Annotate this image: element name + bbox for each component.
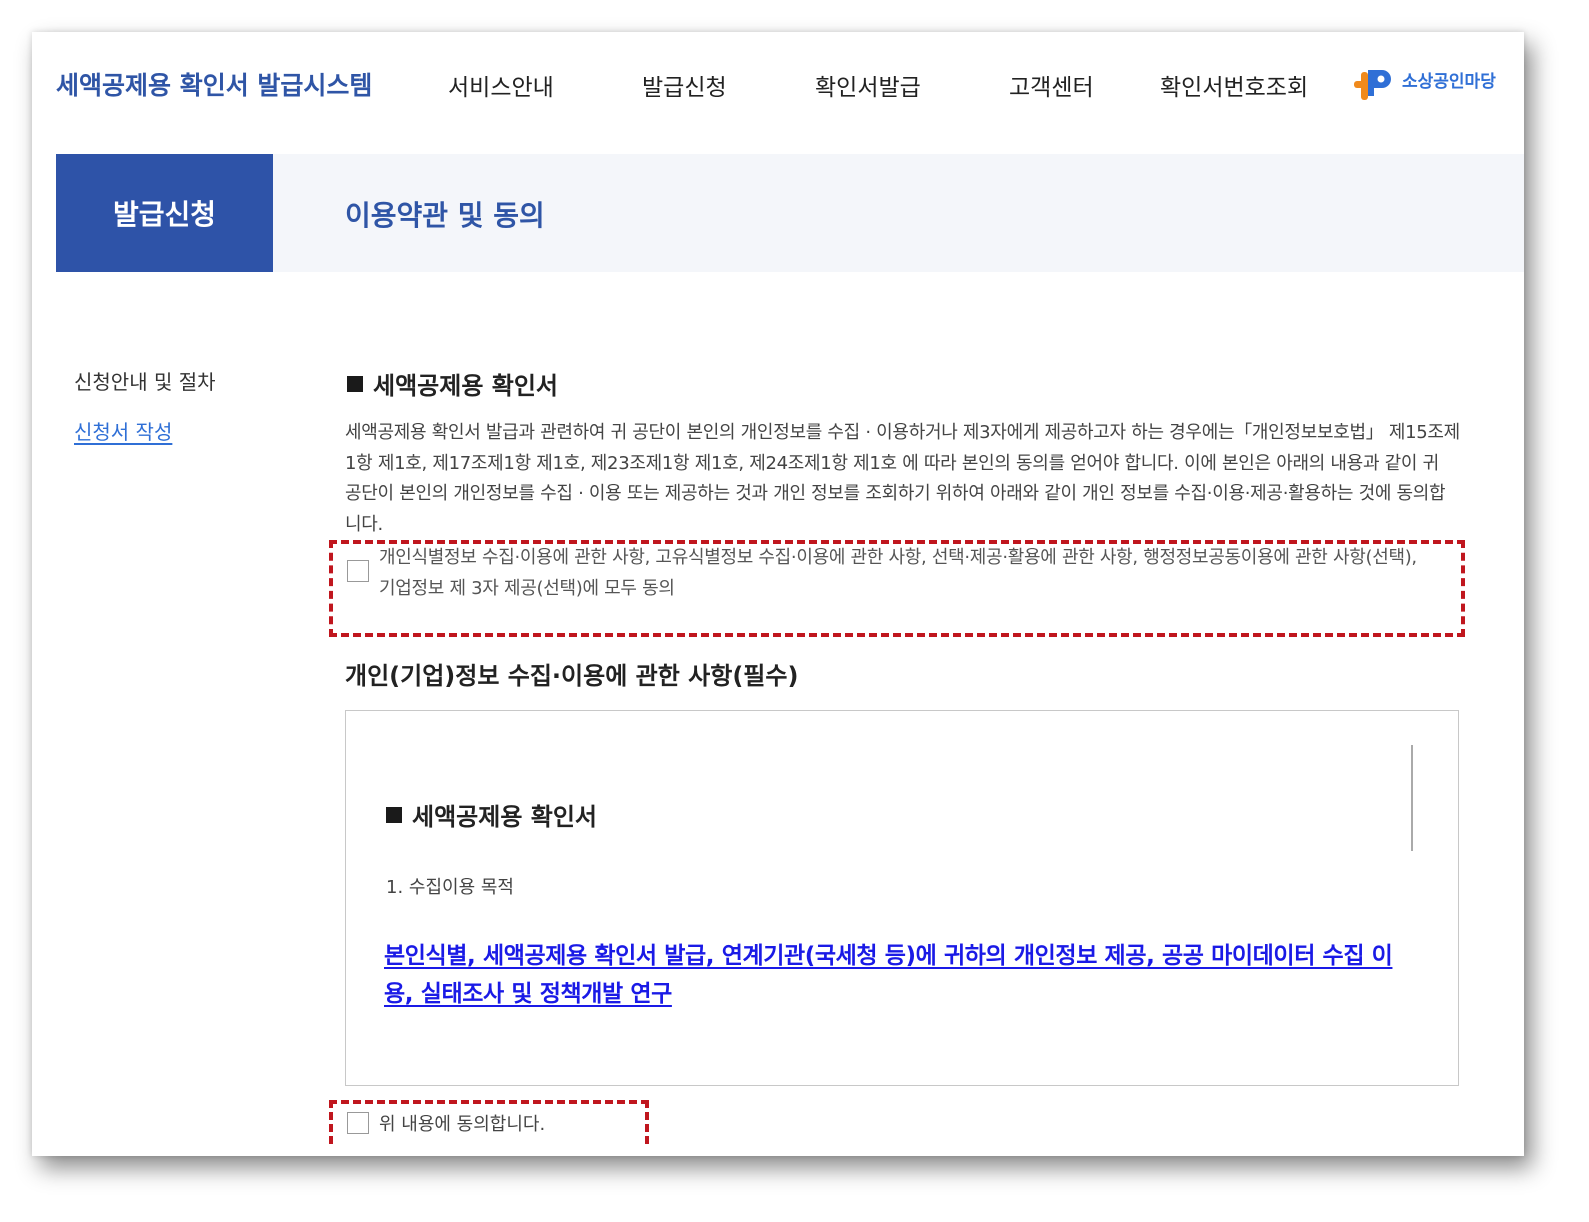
section-title: 세액공제용 확인서	[347, 366, 558, 401]
sidebar-item-application-form[interactable]: 신청서 작성	[74, 416, 172, 445]
terms-scroll-box[interactable]: 세액공제용 확인서 1. 수집이용 목적 본인식별, 세액공제용 확인서 발급,…	[345, 710, 1459, 1086]
site-title[interactable]: 세액공제용 확인서 발급시스템	[56, 66, 372, 102]
page-banner: 발급신청 이용약관 및 동의	[56, 154, 1524, 272]
agree-all-label[interactable]: 개인식별정보 수집·이용에 관한 사항, 고유식별정보 수집·이용에 관한 사항…	[379, 542, 1427, 604]
square-bullet-icon	[386, 806, 402, 823]
agree-all-row[interactable]: 개인식별정보 수집·이용에 관한 사항, 고유식별정보 수집·이용에 관한 사항…	[347, 542, 1427, 604]
brand-name: 소상공인마당	[1402, 71, 1496, 92]
terms-item-purpose: 1. 수집이용 목적	[386, 877, 514, 898]
page-frame: 세액공제용 확인서 발급시스템 서비스안내 발급신청 확인서발급 고객센터 확인…	[32, 32, 1524, 1156]
terms-purpose-link[interactable]: 본인식별, 세액공제용 확인서 발급, 연계기관(국세청 등)에 귀하의 개인정…	[384, 937, 1394, 1013]
nav-customer-center[interactable]: 고객센터	[1009, 68, 1094, 102]
nav-service-info[interactable]: 서비스안내	[448, 68, 554, 102]
subsection-title: 개인(기업)정보 수집·이용에 관한 사항(필수)	[345, 662, 799, 690]
nav-certificate-lookup[interactable]: 확인서번호조회	[1160, 68, 1308, 102]
terms-scrollbar[interactable]	[1411, 745, 1413, 851]
sidebar-item-guide[interactable]: 신청안내 및 절차	[74, 366, 216, 395]
agree-label[interactable]: 위 내용에 동의합니다.	[379, 1110, 545, 1136]
terms-title-text: 세액공제용 확인서	[412, 803, 597, 831]
page-title: 이용약관 및 동의	[345, 199, 545, 232]
agree-all-checkbox[interactable]	[347, 560, 369, 582]
nav-certificate-issue[interactable]: 확인서발급	[815, 68, 921, 102]
banner-section-label: 발급신청	[56, 154, 273, 272]
terms-title: 세액공제용 확인서	[386, 797, 597, 832]
square-bullet-icon	[347, 375, 363, 392]
section-title-text: 세액공제용 확인서	[373, 372, 558, 400]
brand-logo[interactable]: 소상공인마당	[1352, 66, 1496, 102]
consent-description: 세액공제용 확인서 발급과 관련하여 귀 공단이 본인의 개인정보를 수집 · …	[345, 422, 1460, 535]
agree-row[interactable]: 위 내용에 동의합니다.	[347, 1110, 545, 1136]
nav-apply[interactable]: 발급신청	[642, 68, 727, 102]
agree-checkbox[interactable]	[347, 1112, 369, 1134]
brand-logo-icon	[1352, 66, 1396, 102]
